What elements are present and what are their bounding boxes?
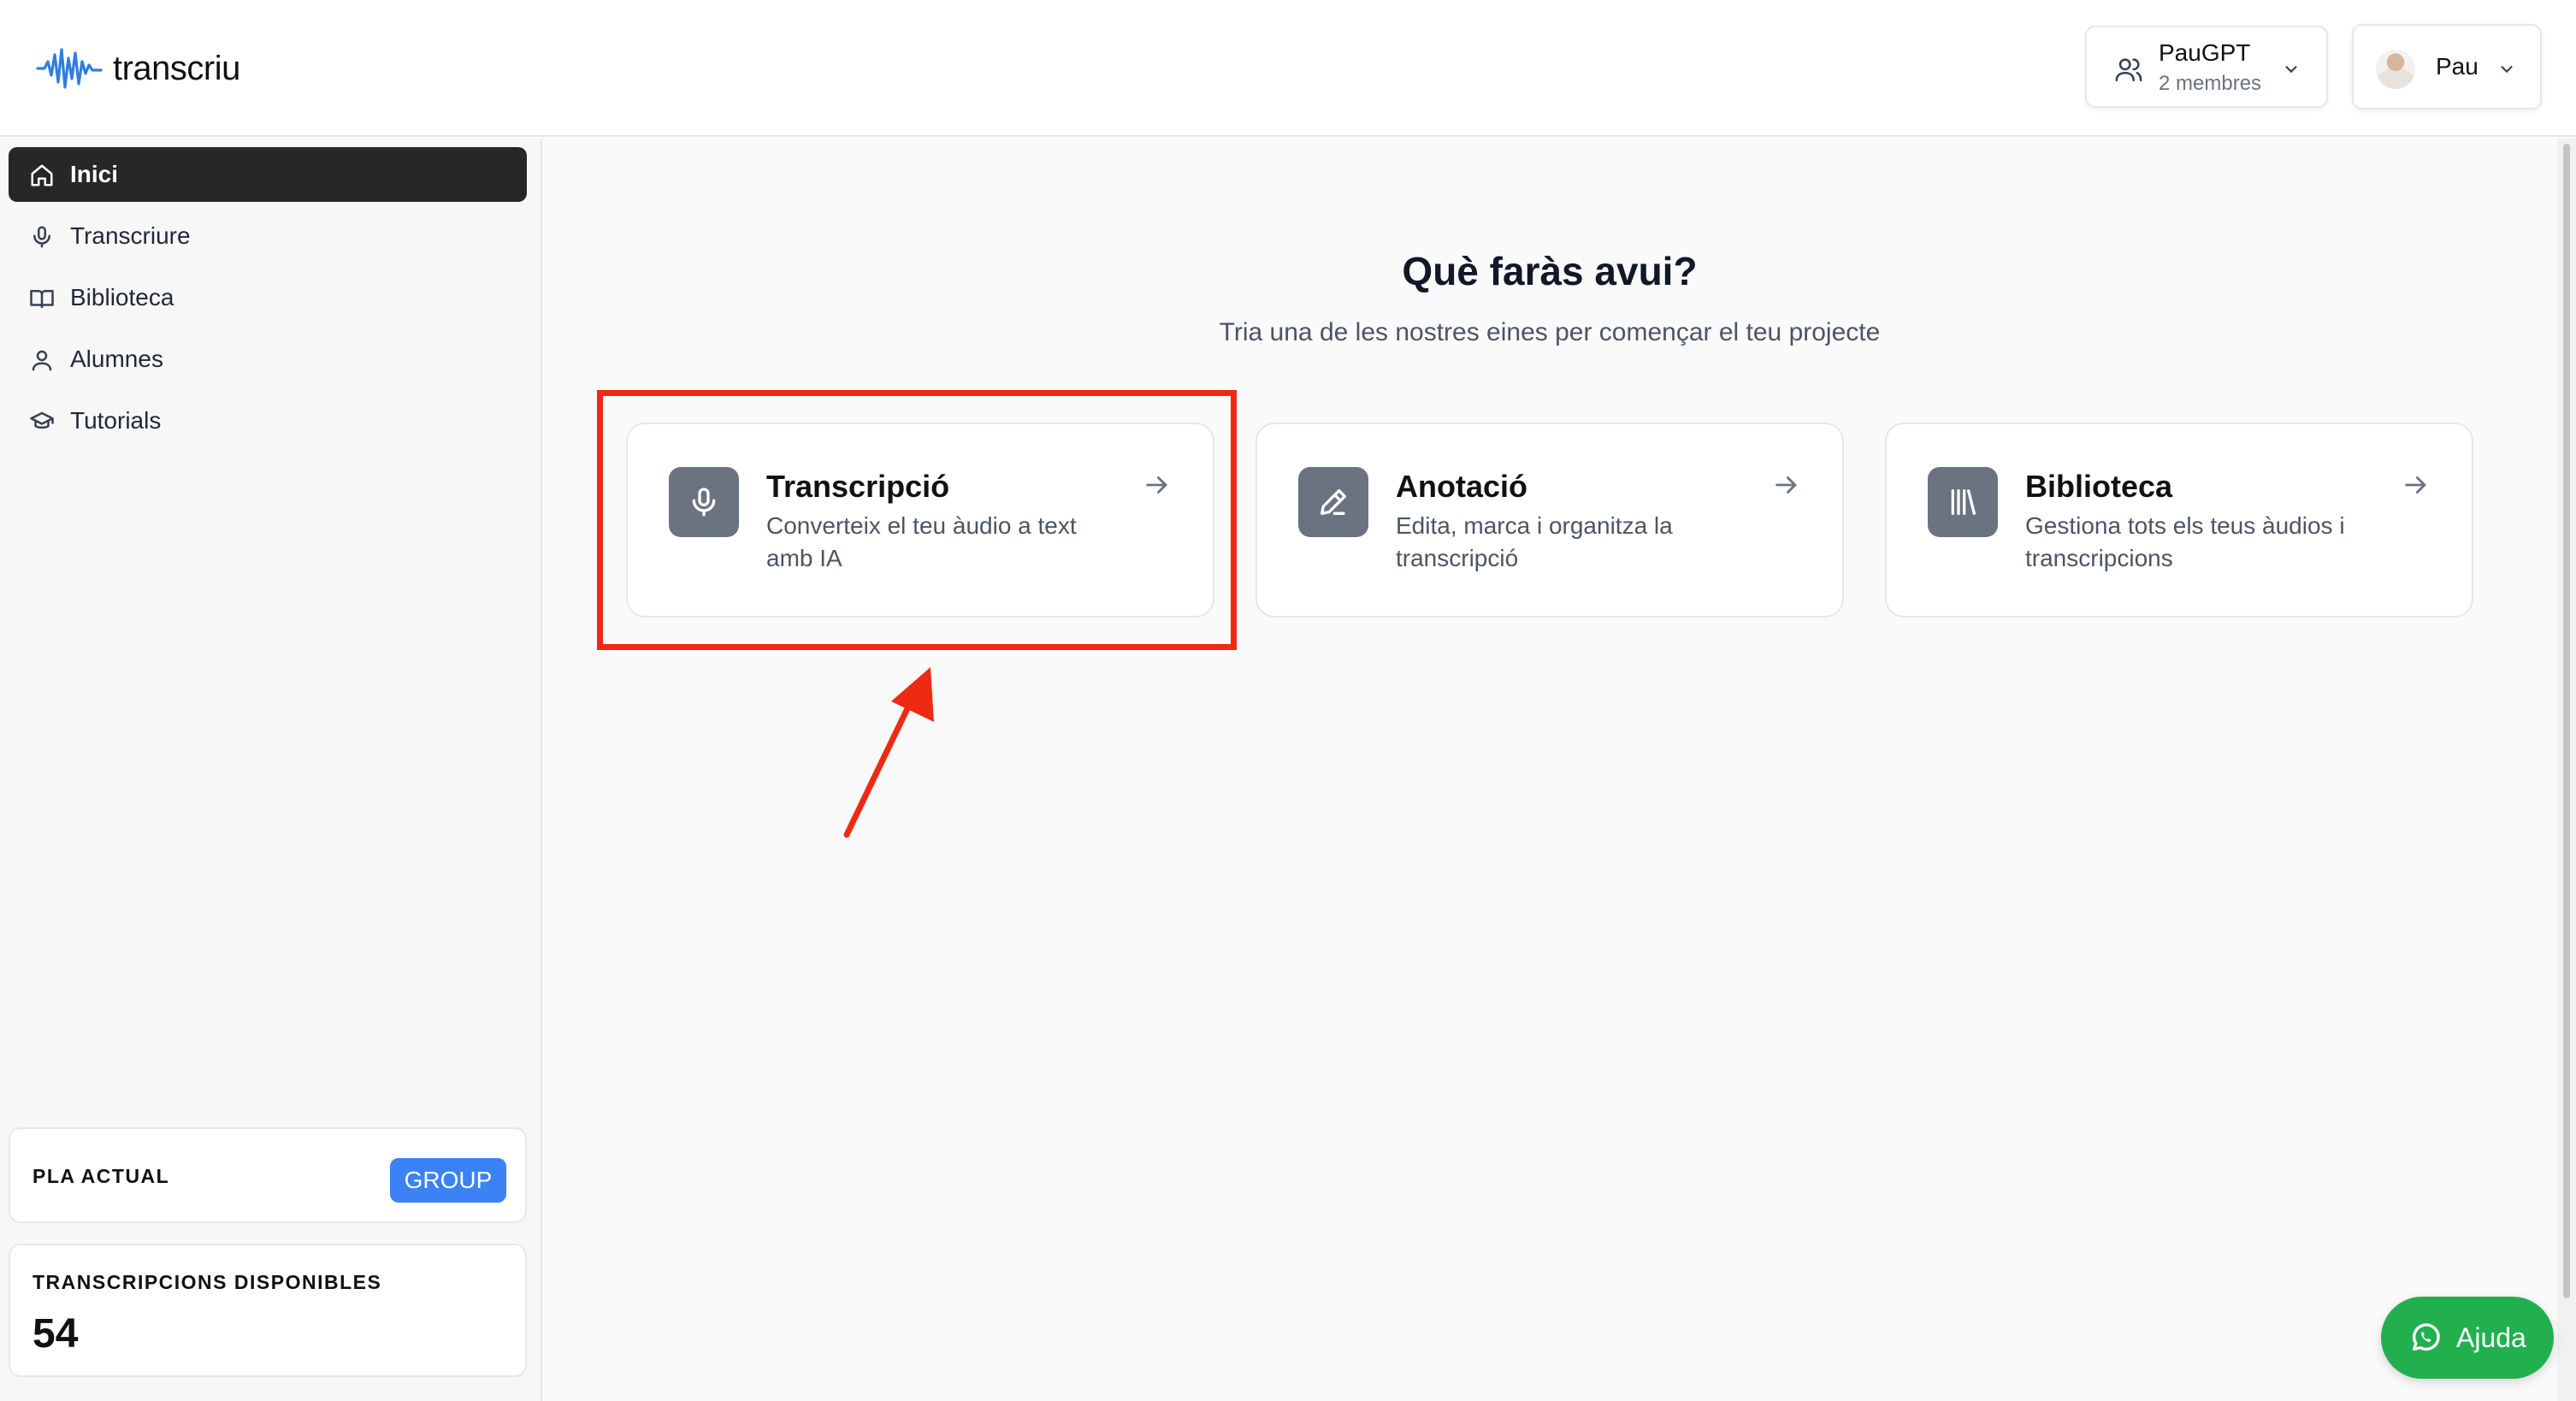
page-subtitle: Tria una de les nostres eines per començ… xyxy=(1219,318,1881,346)
sidebar-item-label: Biblioteca xyxy=(70,284,174,310)
tool-title: Anotació xyxy=(1396,469,1528,504)
pencil-icon xyxy=(1320,489,1346,515)
sidebar-item-label: Alumnes xyxy=(70,346,163,372)
workspace-name: PauGPT xyxy=(2159,39,2251,66)
arrow-right-icon xyxy=(2405,476,2426,494)
help-button[interactable]: Ajuda xyxy=(2381,1297,2554,1379)
soundwave-logo-icon xyxy=(36,48,103,89)
tool-icon-tile xyxy=(1298,467,1368,537)
page-title: Què faràs avui? xyxy=(1402,249,1698,293)
microphone-icon xyxy=(692,488,716,517)
library-icon xyxy=(1951,489,1976,515)
workspace-switcher[interactable]: PauGPT 2 membres xyxy=(2085,26,2328,108)
tool-description: Gestiona tots els teus àudios i transcri… xyxy=(2025,512,2345,571)
users-icon xyxy=(2115,58,2142,82)
plan-label: PLA ACTUAL xyxy=(32,1165,170,1187)
user-name: Pau xyxy=(2436,53,2479,80)
microphone-icon xyxy=(33,226,50,248)
arrow-right-icon xyxy=(1775,476,1797,494)
credits-card: TRANSCRIPCIONS DISPONIBLES 54 xyxy=(9,1244,527,1377)
arrow-right-icon xyxy=(1146,476,1167,494)
sidebar-item-transcriure[interactable]: Transcriure xyxy=(9,209,527,263)
book-open-icon xyxy=(30,290,54,309)
graduation-cap-icon xyxy=(30,411,54,429)
top-header: transcriu PauGPT 2 membres Pau xyxy=(0,0,2576,137)
vertical-scrollbar[interactable] xyxy=(2557,139,2576,1401)
brand-name: transcriu xyxy=(113,49,240,87)
home-icon xyxy=(31,164,53,186)
sidebar-item-label: Inici xyxy=(70,161,119,187)
tool-description: Converteix el teu àudio a text amb IA xyxy=(766,512,1077,571)
sidebar-item-tutorials[interactable]: Tutorials xyxy=(9,393,527,448)
sidebar-item-label: Tutorials xyxy=(70,407,162,434)
user-icon xyxy=(32,350,52,371)
help-label: Ajuda xyxy=(2456,1322,2526,1353)
credits-value: 54 xyxy=(32,1311,79,1357)
sidebar-item-inici[interactable]: Inici xyxy=(9,147,527,202)
tool-icon-tile xyxy=(1928,467,1998,537)
workspace-members: 2 membres xyxy=(2159,72,2262,95)
tool-card-transcripcio[interactable]: Transcripció Converteix el teu àudio a t… xyxy=(626,423,1214,618)
app-logo[interactable]: transcriu xyxy=(36,44,240,92)
sidebar-item-label: Transcriure xyxy=(70,222,191,249)
user-menu-button[interactable]: Pau xyxy=(2352,24,2542,109)
tool-icon-tile xyxy=(669,467,739,537)
sidebar-item-alumnes[interactable]: Alumnes xyxy=(9,332,527,387)
credits-label: TRANSCRIPCIONS DISPONIBLES xyxy=(32,1271,382,1293)
tool-card-biblioteca[interactable]: Biblioteca Gestiona tots els teus àudios… xyxy=(1885,423,2473,618)
whatsapp-icon xyxy=(2413,1323,2440,1351)
annotation-arrow xyxy=(843,667,934,838)
plan-badge[interactable]: GROUP xyxy=(390,1158,506,1203)
scrollbar-thumb[interactable] xyxy=(2563,144,2570,1298)
chevron-down-icon xyxy=(2285,66,2297,74)
chevron-down-icon xyxy=(2501,66,2513,74)
tool-title: Biblioteca xyxy=(2025,469,2173,504)
current-plan-card: PLA ACTUAL GROUP xyxy=(9,1127,527,1223)
tool-title: Transcripció xyxy=(766,469,950,504)
avatar xyxy=(2376,50,2415,89)
tool-card-anotacio[interactable]: Anotació Edita, marca i organitza la tra… xyxy=(1256,423,1844,618)
tool-description: Edita, marca i organitza la transcripció xyxy=(1396,512,1673,571)
sidebar-item-biblioteca[interactable]: Biblioteca xyxy=(9,270,527,325)
